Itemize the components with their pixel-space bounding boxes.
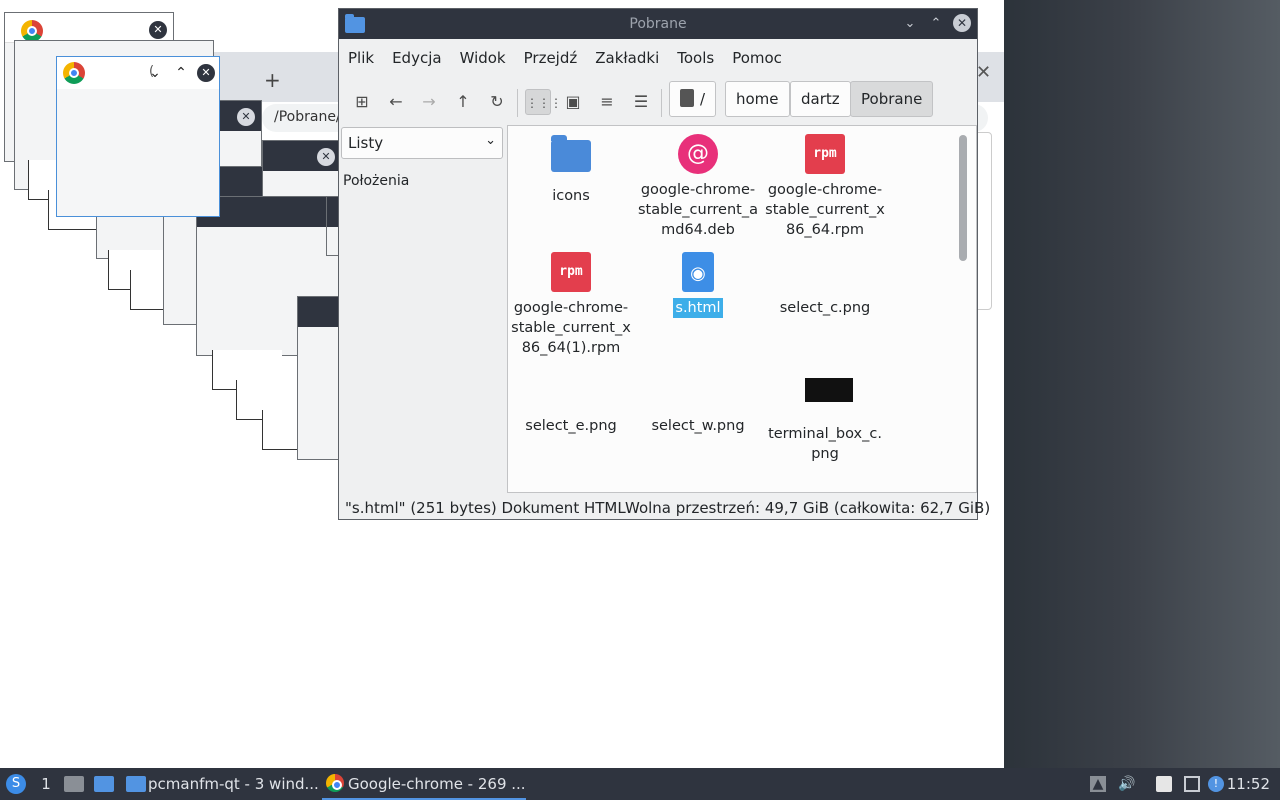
side-pane-mode-select[interactable]: Listy ⌄ (341, 127, 503, 159)
file-item[interactable]: select_w.png (635, 370, 761, 436)
tray-arrow-icon[interactable]: ▲ (1090, 776, 1106, 792)
file-manager-window[interactable]: Pobrane ⌄ ⌃ ✕ Plik Edycja Widok Przejdź … (338, 8, 990, 520)
folder-icon (126, 776, 146, 792)
ghost-window: ✕ (262, 140, 342, 200)
compact-view-icon[interactable]: ≡ (594, 89, 620, 115)
menu-pomoc[interactable]: Pomoc (723, 45, 791, 71)
close-icon: ✕ (317, 148, 335, 166)
menu-zakladki[interactable]: Zakładki (586, 45, 668, 71)
menu-widok[interactable]: Widok (451, 45, 515, 71)
maximize-button[interactable]: ⌃ (171, 63, 191, 83)
volume-icon[interactable]: 🔊 (1118, 776, 1135, 792)
side-pane-heading: Położenia (343, 173, 410, 189)
file-item[interactable]: terminal_box_c. png (762, 370, 888, 464)
menu-edycja[interactable]: Edycja (383, 45, 450, 71)
reload-icon[interactable]: ↻ (484, 89, 510, 115)
network-icon[interactable] (1184, 776, 1200, 792)
close-icon: ✕ (237, 108, 255, 126)
chrome-icon (326, 774, 344, 792)
chrome-popup-window[interactable]: ( ⌄ ⌃ ✕ (56, 56, 220, 217)
new-tab-button[interactable]: + (264, 68, 281, 92)
breadcrumb-pobrane[interactable]: Pobrane (850, 81, 934, 117)
back-arrow-icon[interactable]: ← (383, 89, 409, 115)
clipboard-icon[interactable] (1156, 776, 1172, 792)
debian-package-icon: @ (678, 134, 718, 174)
minimize-button[interactable]: ⌄ (901, 16, 919, 31)
image-file-icon (805, 378, 853, 402)
up-arrow-icon[interactable]: ↑ (450, 89, 476, 115)
close-button[interactable]: ✕ (197, 64, 215, 82)
clock: 11:52 (1226, 775, 1270, 793)
rpm-package-icon: rpm (805, 134, 845, 174)
browser-close-tab-icon[interactable]: ✕ (976, 62, 991, 83)
forward-arrow-icon[interactable]: → (416, 89, 442, 115)
desktop-switcher[interactable]: 1 (36, 768, 56, 800)
toolbar-separator (661, 89, 662, 117)
minimize-button[interactable]: ⌄ (145, 63, 165, 83)
image-file-icon (805, 252, 845, 292)
image-file-icon (678, 370, 718, 410)
file-item-selected[interactable]: ◉ s.html (635, 252, 761, 318)
chevron-down-icon: ⌄ (485, 133, 496, 148)
status-selected-file: "s.html" (251 bytes) Dokument HTML (345, 499, 626, 517)
breadcrumb-home[interactable]: home (725, 81, 790, 117)
close-button[interactable]: ✕ (953, 14, 971, 32)
menu-przejdz[interactable]: Przejdź (515, 45, 587, 71)
show-desktop-icon[interactable] (64, 776, 84, 792)
toolbar-separator (517, 89, 518, 117)
breadcrumb-root[interactable]: / (669, 81, 717, 117)
maximize-button[interactable]: ⌃ (927, 16, 945, 31)
status-free-space: Wolna przestrzeń: 49,7 GiB (całkowita: 6… (625, 499, 991, 517)
thumbnail-view-icon[interactable]: ▣ (560, 89, 586, 115)
file-manager-launcher-icon[interactable] (94, 776, 114, 792)
image-file-icon (551, 370, 591, 410)
file-item[interactable]: rpm google-chrome- stable_current_x 86_6… (762, 134, 888, 240)
vertical-scrollbar[interactable] (959, 135, 967, 261)
menu-tools[interactable]: Tools (668, 45, 723, 71)
task-pcmanfm[interactable]: pcmanfm-qt - 3 wind... (122, 768, 319, 800)
ghost-window-trail (262, 410, 302, 450)
folder-icon (551, 140, 591, 172)
new-tab-icon[interactable]: ⊞ (349, 89, 375, 115)
breadcrumb-dartz[interactable]: dartz (790, 81, 851, 117)
taskbar: S 1 pcmanfm-qt - 3 wind... Google-chrome… (0, 768, 1280, 800)
file-view[interactable]: icons @ google-chrome- stable_current_a … (507, 125, 977, 493)
detailed-list-view-icon[interactable]: ☰ (628, 89, 654, 115)
drive-icon (680, 88, 694, 107)
file-manager-titlebar[interactable]: Pobrane ⌄ ⌃ ✕ (339, 9, 977, 39)
notification-icon[interactable]: ! (1208, 776, 1224, 792)
close-icon: ✕ (149, 21, 167, 39)
menu-bar: Plik Edycja Widok Przejdź Zakładki Tools… (339, 45, 791, 71)
task-google-chrome[interactable]: Google-chrome - 269 ... (322, 768, 526, 800)
html-file-icon: ◉ (682, 252, 714, 292)
menu-plik[interactable]: Plik (339, 45, 383, 71)
file-item[interactable]: rpm google-chrome- stable_current_x 86_6… (508, 252, 634, 358)
icon-view-icon[interactable]: ⋮⋮⋮ (525, 89, 562, 115)
rpm-package-icon: rpm (551, 252, 591, 292)
file-item[interactable]: @ google-chrome- stable_current_a md64.d… (635, 134, 761, 240)
start-menu-icon[interactable]: S (6, 774, 26, 794)
file-item[interactable]: select_c.png (762, 252, 888, 318)
file-item[interactable]: icons (508, 134, 634, 206)
file-item[interactable]: select_e.png (508, 370, 634, 436)
chrome-icon (21, 20, 43, 42)
chrome-icon (63, 62, 85, 84)
window-title: Pobrane (629, 16, 687, 32)
